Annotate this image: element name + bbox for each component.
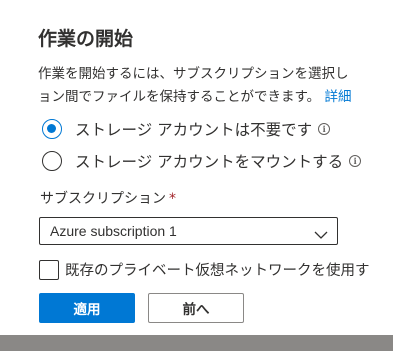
subscription-selected-value: Azure subscription 1 <box>50 223 177 239</box>
subscription-dropdown[interactable]: Azure subscription 1 <box>39 217 338 245</box>
radio-mount-storage-option[interactable]: ストレージ アカウントをマウントする i <box>42 150 362 172</box>
description-line-2-text: ョン間でファイルを保持することができます。 <box>38 89 321 105</box>
radio-no-storage-label: ストレージ アカウントは不要です <box>75 121 313 139</box>
apply-button[interactable]: 適用 <box>39 293 135 323</box>
getting-started-dialog: 作業の開始 作業を開始するには、サブスクリプションを選択し ョン間でファイルを保… <box>0 0 393 335</box>
back-button[interactable]: 前へ <box>148 293 244 323</box>
private-network-option[interactable]: 既存のプライベート仮想ネットワークを使用す <box>39 259 370 280</box>
info-icon[interactable]: i <box>349 155 362 167</box>
radio-no-storage-option[interactable]: ストレージ アカウントは不要です i <box>42 118 331 140</box>
radio-mount-storage-label: ストレージ アカウントをマウントする <box>75 153 344 171</box>
private-network-checkbox[interactable] <box>39 259 59 280</box>
private-network-label: 既存のプライベート仮想ネットワークを使用す <box>65 263 370 279</box>
description-line-1: 作業を開始するには、サブスクリプションを選択し <box>38 66 349 82</box>
radio-mount-storage[interactable] <box>42 151 62 171</box>
radio-no-storage[interactable] <box>42 119 62 139</box>
info-icon[interactable]: i <box>318 123 331 135</box>
chevron-down-icon <box>314 225 328 244</box>
dialog-title: 作業の開始 <box>38 28 134 50</box>
subscription-label-text: サブスクリプション <box>40 191 166 207</box>
required-marker: * <box>169 191 176 207</box>
description-line-2: ョン間でファイルを保持することができます。 詳細 <box>38 85 351 105</box>
subscription-label: サブスクリプション * <box>40 188 176 208</box>
learn-more-link[interactable]: 詳細 <box>324 89 351 105</box>
